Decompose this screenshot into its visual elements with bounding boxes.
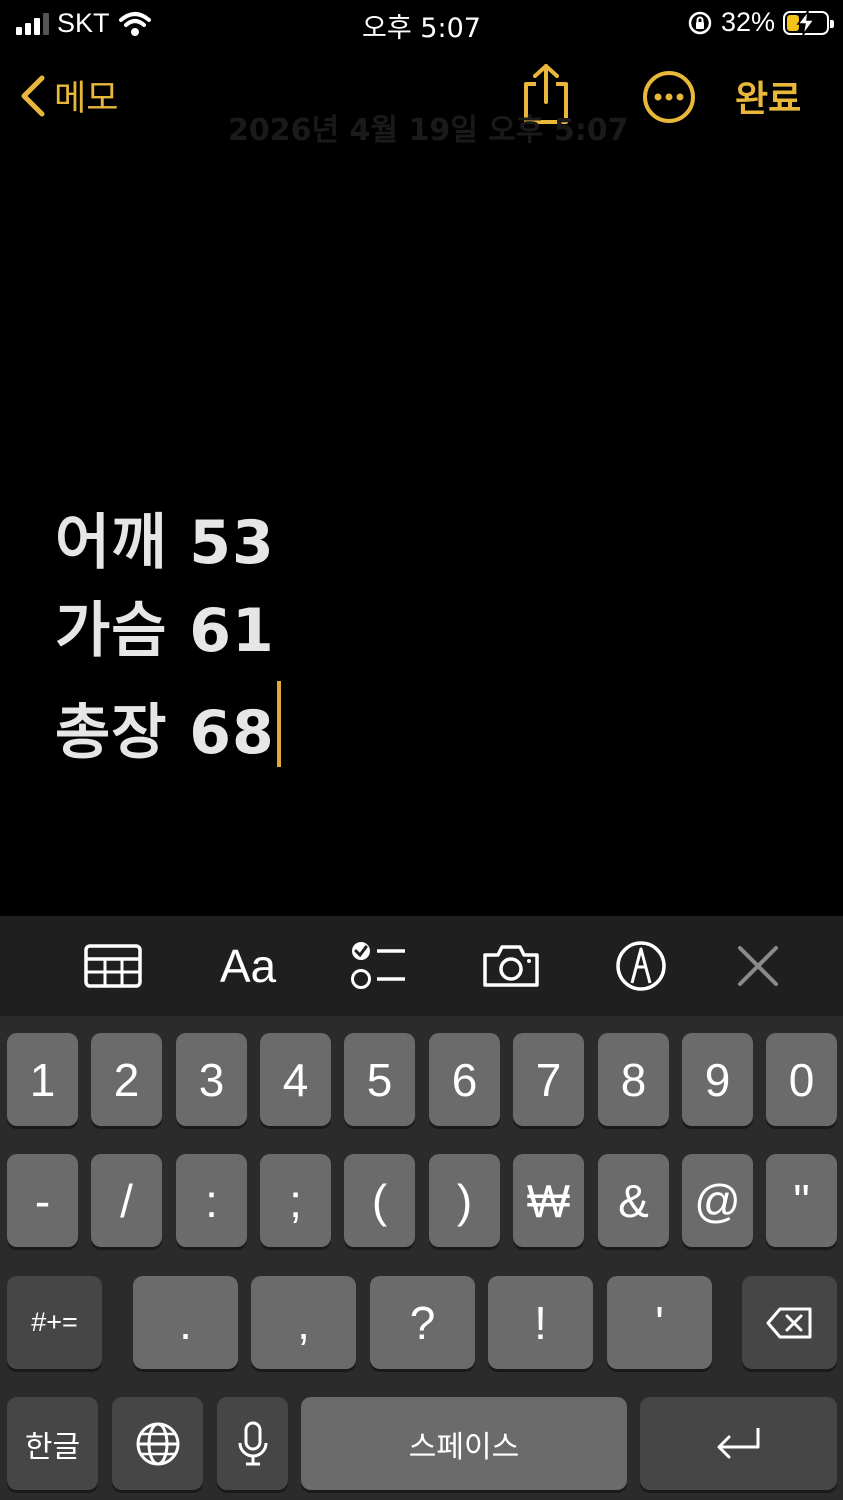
key-apostrophe[interactable]: ' bbox=[607, 1276, 712, 1369]
key-comma[interactable]: , bbox=[251, 1276, 356, 1369]
key-3[interactable]: 3 bbox=[176, 1033, 247, 1126]
table-icon[interactable] bbox=[84, 938, 142, 994]
done-button[interactable]: 완료 bbox=[735, 70, 801, 122]
language-key[interactable]: 한글 bbox=[7, 1397, 98, 1490]
return-icon bbox=[717, 1427, 759, 1458]
note-line-last: 총장 68 bbox=[55, 681, 281, 769]
key-9[interactable]: 9 bbox=[682, 1033, 753, 1126]
battery-cap bbox=[830, 19, 834, 28]
key-colon[interactable]: : bbox=[176, 1154, 247, 1247]
key-at[interactable]: @ bbox=[682, 1154, 753, 1247]
back-button[interactable]: 메모 bbox=[18, 70, 118, 121]
key-1[interactable]: 1 bbox=[7, 1033, 78, 1126]
globe-icon bbox=[136, 1422, 179, 1465]
checklist-icon[interactable] bbox=[349, 938, 407, 994]
key-open-paren[interactable]: ( bbox=[344, 1154, 415, 1247]
key-period[interactable]: . bbox=[133, 1276, 238, 1369]
key-hyphen[interactable]: - bbox=[7, 1154, 78, 1247]
dictation-key[interactable] bbox=[217, 1397, 288, 1490]
language-key-label: 한글 bbox=[24, 1429, 81, 1465]
battery-percent: 32% bbox=[720, 7, 775, 37]
note-date-faded: 2026년 4월 19일 오후 5:07 bbox=[228, 113, 629, 148]
close-icon[interactable] bbox=[736, 938, 780, 994]
key-close-paren[interactable]: ) bbox=[429, 1154, 500, 1247]
space-key[interactable]: 스페이스 bbox=[301, 1397, 627, 1490]
more-symbols-label: #+= bbox=[31, 1307, 78, 1337]
battery-charging-icon bbox=[783, 9, 834, 35]
space-key-label: 스페이스 bbox=[408, 1429, 520, 1465]
note-line: 가슴 61 bbox=[55, 596, 275, 666]
key-more-symbols[interactable]: #+= bbox=[7, 1276, 102, 1369]
text-cursor bbox=[276, 681, 281, 767]
format-toolbar: Aa bbox=[0, 916, 843, 1016]
bolt-icon bbox=[796, 9, 816, 35]
key-2[interactable]: 2 bbox=[91, 1033, 162, 1126]
key-6[interactable]: 6 bbox=[429, 1033, 500, 1126]
status-right: 32% bbox=[687, 7, 834, 38]
note-body[interactable]: 어깨 53 가슴 61 총장 68 bbox=[55, 505, 281, 769]
key-exclaim[interactable]: ! bbox=[488, 1276, 593, 1369]
key-ampersand[interactable]: & bbox=[598, 1154, 669, 1247]
chevron-left-icon bbox=[21, 75, 45, 116]
return-key[interactable] bbox=[640, 1397, 837, 1490]
key-8[interactable]: 8 bbox=[598, 1033, 669, 1126]
key-0[interactable]: 0 bbox=[766, 1033, 837, 1126]
note-line: 어깨 53 bbox=[55, 508, 275, 578]
key-won[interactable]: ₩ bbox=[513, 1154, 584, 1247]
note-line-text: 총장 68 bbox=[55, 698, 275, 768]
key-question[interactable]: ? bbox=[370, 1276, 475, 1369]
key-5[interactable]: 5 bbox=[344, 1033, 415, 1126]
microphone-icon bbox=[238, 1421, 267, 1465]
keyboard: 1 2 3 4 5 6 7 8 9 0 - / : ; ( ) ₩ & @ " … bbox=[0, 1016, 843, 1500]
key-quote[interactable]: " bbox=[766, 1154, 837, 1247]
globe-key[interactable] bbox=[112, 1397, 203, 1490]
markup-pen-icon[interactable] bbox=[614, 938, 668, 994]
backspace-key[interactable] bbox=[742, 1276, 837, 1369]
key-7[interactable]: 7 bbox=[513, 1033, 584, 1126]
key-slash[interactable]: / bbox=[91, 1154, 162, 1247]
status-bar: SKT 오후 5:07 32% bbox=[0, 0, 843, 48]
camera-icon[interactable] bbox=[481, 938, 541, 994]
backspace-icon bbox=[766, 1307, 811, 1338]
orientation-lock-icon bbox=[688, 11, 712, 34]
key-semicolon[interactable]: ; bbox=[260, 1154, 331, 1247]
back-label: 메모 bbox=[54, 79, 119, 119]
key-4[interactable]: 4 bbox=[260, 1033, 331, 1126]
format-icon[interactable]: Aa bbox=[216, 938, 280, 994]
more-options-icon[interactable] bbox=[641, 69, 697, 125]
